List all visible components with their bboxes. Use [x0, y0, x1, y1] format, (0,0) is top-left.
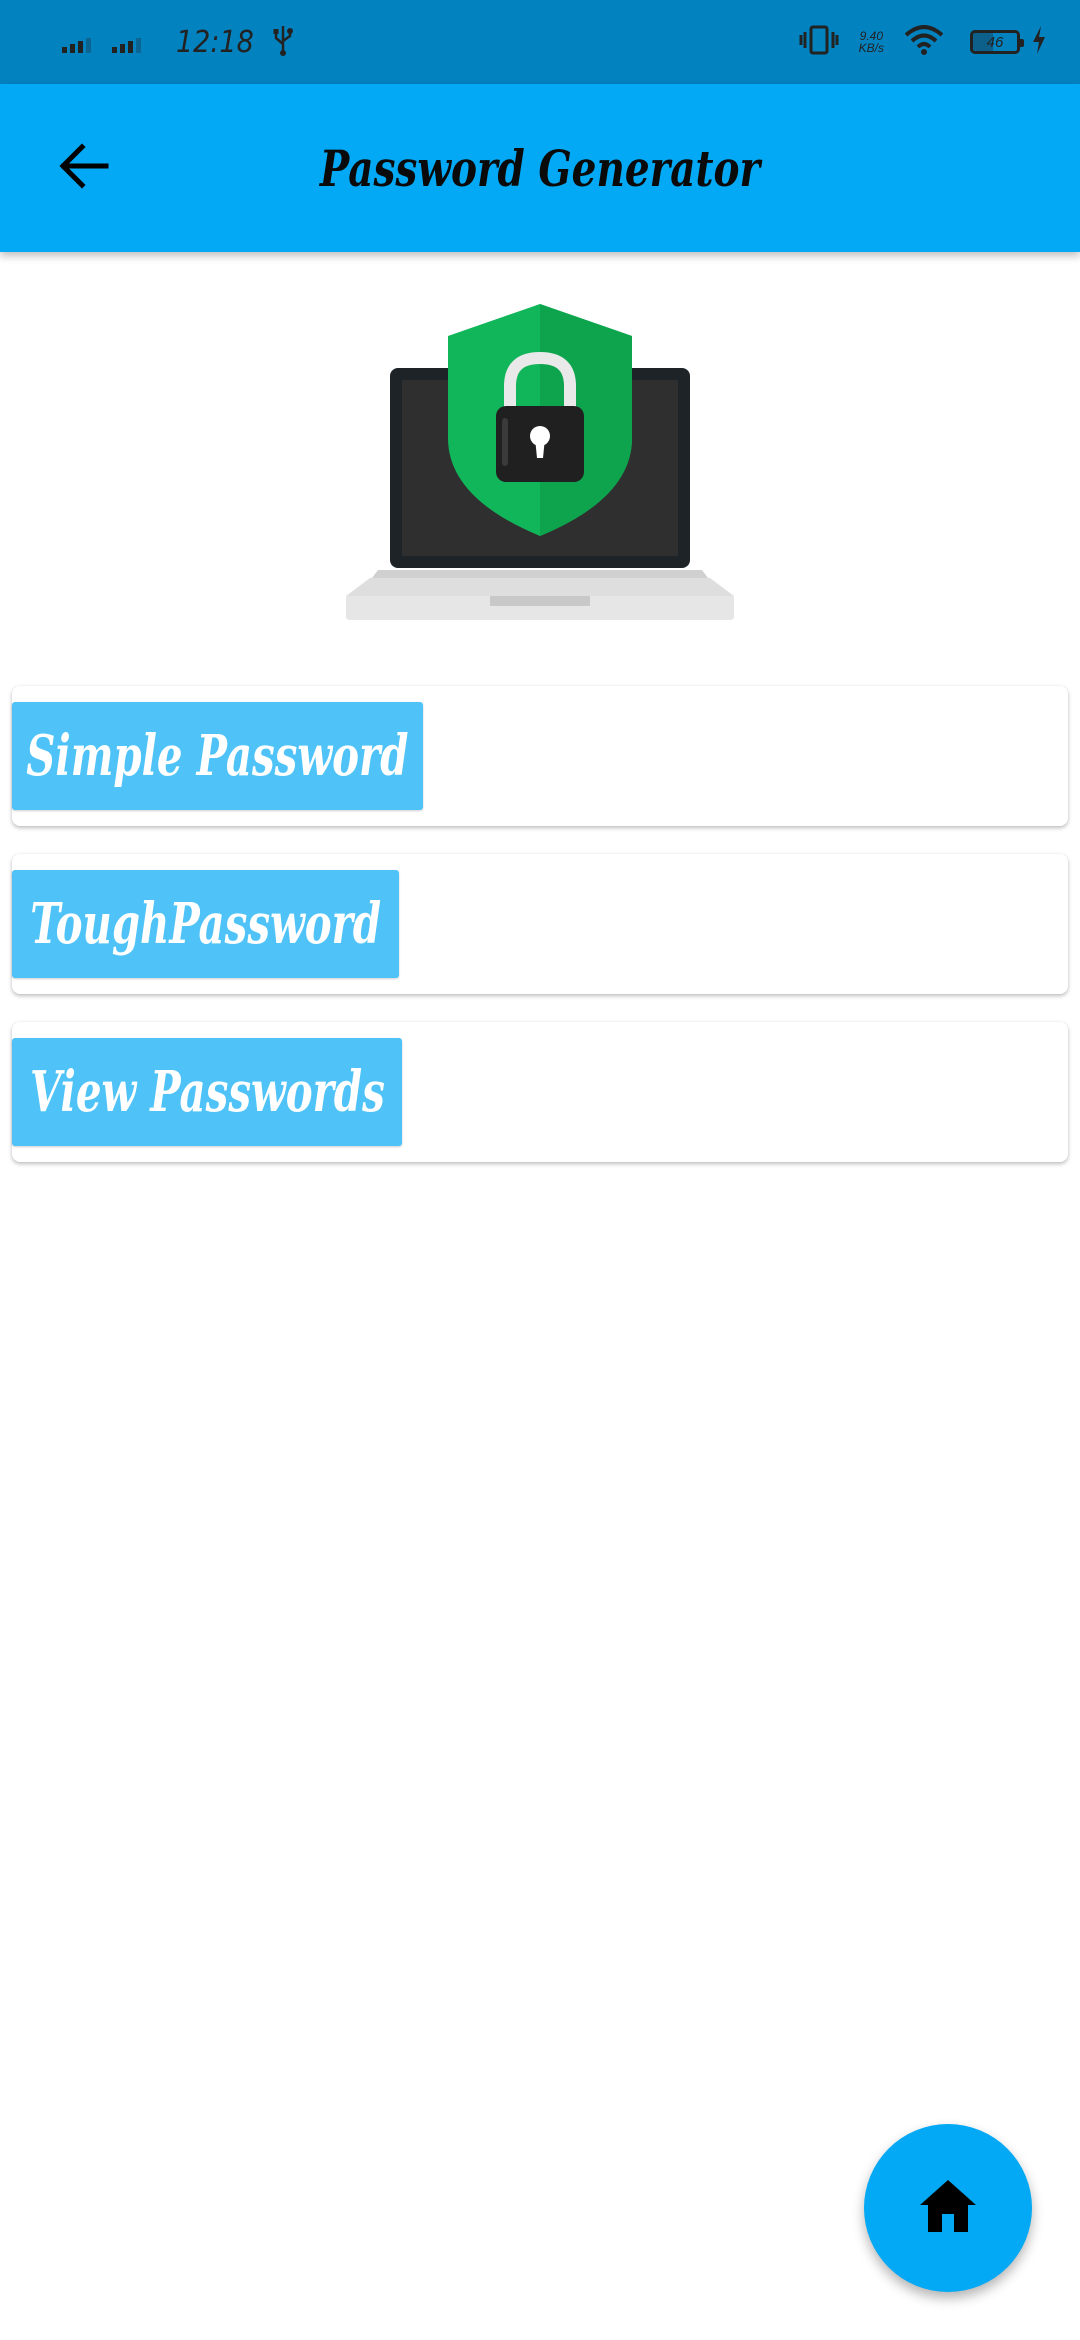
net-speed-unit: KB/s — [858, 41, 884, 55]
status-bar: 12:18 9.40 KB/s 46 — [0, 0, 1080, 84]
battery-level: 46 — [986, 33, 1004, 51]
status-right: 9.40 KB/s 46 — [799, 0, 1046, 84]
menu-card-simple-password: Simple Password — [12, 686, 1068, 826]
home-fab-button[interactable] — [864, 2124, 1032, 2292]
signal-icon — [112, 31, 144, 53]
simple-password-button[interactable]: Simple Password — [12, 702, 423, 810]
tough-password-button[interactable]: ToughPassword — [12, 870, 399, 978]
arrow-back-icon — [56, 138, 112, 199]
signal-icon — [62, 31, 94, 53]
app-bar: Password Generator — [0, 84, 1080, 252]
battery-icon: 46 — [970, 30, 1024, 54]
usb-icon — [272, 24, 294, 61]
tough-password-label: ToughPassword — [30, 891, 381, 957]
wifi-icon — [904, 24, 944, 60]
laptop-shield-lock-illustration — [340, 298, 740, 628]
page-title: Password Generator — [319, 138, 761, 198]
menu-card-view-passwords: View Passwords — [12, 1022, 1068, 1162]
status-time: 12:18 — [176, 24, 254, 60]
back-button[interactable] — [44, 128, 124, 208]
status-left: 12:18 — [62, 0, 294, 84]
vibrate-icon — [799, 24, 839, 61]
home-icon — [918, 2178, 978, 2239]
view-passwords-label: View Passwords — [29, 1059, 385, 1125]
net-speed: 9.40 KB/s — [859, 30, 884, 54]
menu-card-tough-password: ToughPassword — [12, 854, 1068, 994]
view-passwords-button[interactable]: View Passwords — [12, 1038, 402, 1146]
simple-password-label: Simple Password — [26, 723, 409, 789]
charging-icon — [1032, 25, 1046, 59]
